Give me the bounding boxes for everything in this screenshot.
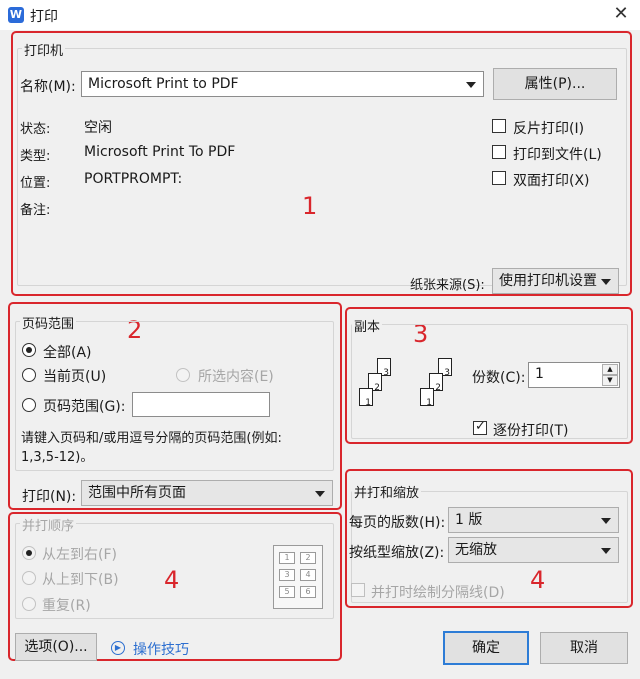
preview-cell: 3 (279, 569, 295, 581)
chevron-down-icon (601, 548, 611, 554)
range-selection-radio[interactable] (176, 368, 190, 382)
order-repeat-radio[interactable] (22, 597, 36, 611)
draw-separator-label: 并打时绘制分隔线(D) (371, 585, 505, 601)
chevron-down-icon (601, 279, 611, 285)
scale-to-paper-select[interactable]: 无缩放 (448, 537, 619, 563)
scale-to-paper-label: 按纸型缩放(Z): (349, 545, 445, 561)
paper-source-value: 使用打印机设置 (499, 273, 597, 289)
pages-per-sheet-value: 1 版 (455, 512, 483, 528)
copies-count-stepper[interactable]: 1 ▲ ▼ (528, 362, 620, 388)
page-icon: 1 (420, 388, 434, 408)
preview-cell: 4 (300, 569, 316, 581)
title-bar (0, 0, 640, 30)
range-all-label: 全部(A) (43, 345, 92, 361)
order-left-to-right-radio[interactable] (22, 546, 36, 560)
printer-status-value: 空闲 (84, 120, 112, 136)
copies-group-title: 副本 (352, 316, 383, 335)
range-pages-label: 页码范围(G): (43, 399, 126, 415)
printer-location-value: PORTPROMPT: (84, 171, 183, 187)
pages-per-sheet-label: 每页的版数(H): (349, 515, 446, 531)
range-pages-radio[interactable] (22, 398, 36, 412)
printer-location-label: 位置: (20, 176, 51, 191)
preview-cell: 5 (279, 586, 295, 598)
zoom-group-title: 并打和缩放 (352, 482, 422, 501)
print-what-label: 打印(N): (22, 489, 77, 505)
duplex-print-checkbox[interactable] (492, 171, 506, 185)
print-what-value: 范围中所有页面 (88, 485, 186, 501)
printer-name-label: 名称(M): (20, 79, 76, 95)
draw-separator-checkbox[interactable] (351, 583, 365, 597)
print-to-file-checkbox[interactable] (492, 145, 506, 159)
range-all-radio[interactable] (22, 343, 36, 357)
paper-source-select[interactable]: 使用打印机设置 (492, 268, 619, 294)
printer-name-select[interactable]: Microsoft Print to PDF (81, 71, 484, 97)
printer-comment-label: 备注: (20, 203, 51, 218)
options-button[interactable]: 选项(O)... (15, 633, 97, 661)
page-range-group-title: 页码范围 (20, 313, 77, 332)
page-range-hint-line1: 请键入页码和/或用逗号分隔的页码范围(例如: (21, 431, 282, 446)
order-left-to-right-label: 从左到右(F) (42, 547, 117, 563)
chevron-down-icon (601, 518, 611, 524)
reverse-print-checkbox[interactable] (492, 119, 506, 133)
play-icon: ▶ (111, 641, 125, 655)
close-icon[interactable]: ✕ (606, 1, 636, 27)
order-top-to-bottom-label: 从上到下(B) (42, 572, 119, 588)
stepper-up-icon[interactable]: ▲ (602, 364, 618, 375)
stepper-down-icon[interactable]: ▼ (602, 375, 618, 386)
order-top-to-bottom-radio[interactable] (22, 571, 36, 585)
printer-group-title: 打印机 (22, 40, 66, 59)
chevron-down-icon (466, 82, 476, 88)
collate-checkbox[interactable] (473, 419, 487, 435)
preview-cell: 2 (300, 552, 316, 564)
pages-per-sheet-select[interactable]: 1 版 (448, 507, 619, 533)
print-to-file-label: 打印到文件(L) (513, 147, 602, 163)
printer-type-value: Microsoft Print To PDF (84, 144, 236, 160)
printer-name-value: Microsoft Print to PDF (88, 76, 239, 92)
page-range-hint-line2: 1,3,5-12)。 (21, 450, 94, 465)
range-selection-label: 所选内容(E) (198, 369, 274, 385)
preview-cell: 1 (279, 552, 295, 564)
chevron-down-icon (315, 491, 325, 497)
copies-count-label: 份数(C): (472, 370, 526, 386)
tips-link[interactable]: 操作技巧 (133, 639, 189, 659)
printer-status-label: 状态: (20, 122, 51, 137)
ok-button[interactable]: 确定 (443, 631, 529, 665)
paper-source-label: 纸张来源(S): (410, 278, 485, 293)
page-range-input[interactable] (132, 392, 270, 417)
print-order-group-title: 并打顺序 (20, 515, 77, 534)
collate-label: 逐份打印(T) (493, 423, 569, 439)
printer-properties-button[interactable]: 属性(P)... (493, 68, 617, 100)
range-current-radio[interactable] (22, 368, 36, 382)
range-current-label: 当前页(U) (43, 369, 107, 385)
wps-app-icon: W (8, 7, 24, 23)
scale-to-paper-value: 无缩放 (455, 542, 497, 558)
printer-type-label: 类型: (20, 149, 51, 164)
copies-count-value: 1 (535, 366, 544, 382)
print-what-select[interactable]: 范围中所有页面 (81, 480, 333, 506)
window-title: 打印 (30, 9, 58, 25)
reverse-print-label: 反片打印(I) (513, 121, 585, 137)
page-icon: 1 (359, 388, 373, 408)
cancel-button[interactable]: 取消 (540, 632, 628, 664)
duplex-print-label: 双面打印(X) (513, 173, 590, 189)
preview-cell: 6 (300, 586, 316, 598)
order-repeat-label: 重复(R) (42, 598, 91, 614)
